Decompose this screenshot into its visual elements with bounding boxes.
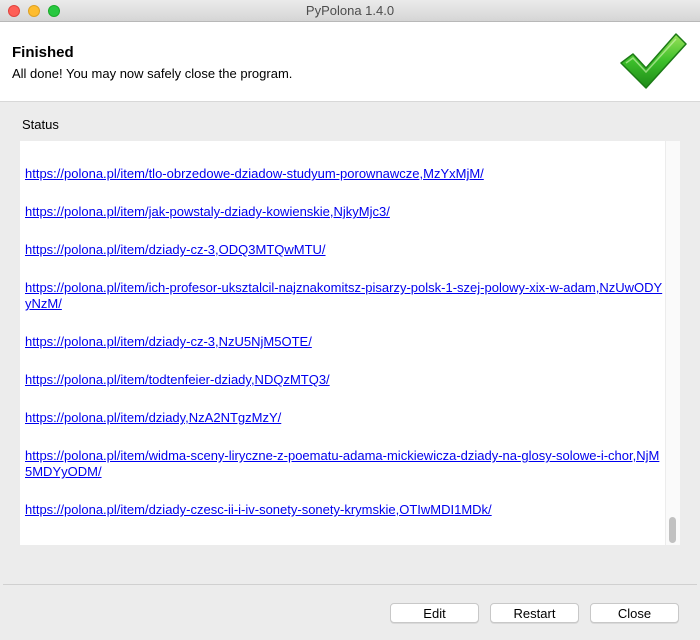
- close-button[interactable]: Close: [590, 603, 679, 623]
- status-log[interactable]: https://polona.pl/item/tlo-obrzedowe-dzi…: [20, 141, 680, 545]
- status-link[interactable]: https://polona.pl/item/dziady-cz-3,NzU5N…: [25, 334, 663, 350]
- status-link[interactable]: https://polona.pl/item/widma-sceny-liryc…: [25, 448, 663, 480]
- pypolona-window: PyPolona 1.4.0 Finished All done! You ma…: [0, 0, 700, 640]
- green-checkmark-icon: [620, 33, 687, 89]
- status-link[interactable]: https://polona.pl/item/dziady-cz-3,ODQ3M…: [25, 242, 663, 258]
- page-title: Finished: [12, 44, 74, 61]
- header-panel: Finished All done! You may now safely cl…: [0, 22, 700, 102]
- restart-button[interactable]: Restart: [490, 603, 579, 623]
- status-link[interactable]: https://polona.pl/item/dziady-czesc-ii-i…: [25, 502, 663, 518]
- status-link[interactable]: https://polona.pl/item/ich-profesor-uksz…: [25, 280, 663, 312]
- page-subtitle: All done! You may now safely close the p…: [12, 66, 293, 81]
- title-bar[interactable]: PyPolona 1.4.0: [0, 0, 700, 22]
- window-title: PyPolona 1.4.0: [305, 3, 395, 18]
- status-scrollbar[interactable]: [665, 141, 680, 545]
- status-link[interactable]: https://polona.pl/item/tlo-obrzedowe-dzi…: [25, 166, 663, 182]
- edit-button[interactable]: Edit: [390, 603, 479, 623]
- footer-divider: [3, 584, 697, 585]
- scrollbar-thumb[interactable]: [669, 517, 676, 543]
- status-link[interactable]: https://polona.pl/item/todtenfeier-dziad…: [25, 372, 663, 388]
- status-link-list: https://polona.pl/item/tlo-obrzedowe-dzi…: [25, 166, 663, 540]
- status-link[interactable]: https://polona.pl/item/jak-powstaly-dzia…: [25, 204, 663, 220]
- status-label: Status: [22, 117, 59, 132]
- status-link[interactable]: https://polona.pl/item/dziady,NzA2NTgzMz…: [25, 410, 663, 426]
